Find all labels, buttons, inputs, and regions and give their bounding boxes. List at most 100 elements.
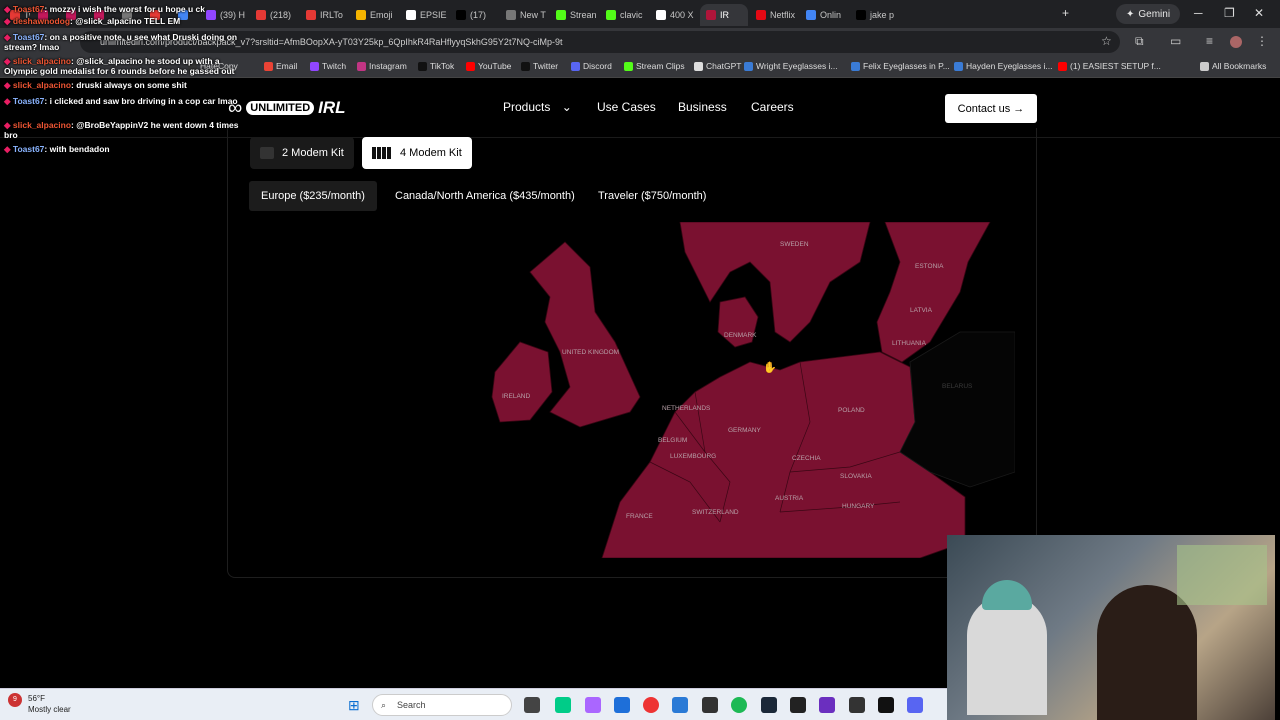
map-label: POLAND xyxy=(838,407,865,414)
discord-icon[interactable] xyxy=(907,697,923,713)
store-icon[interactable] xyxy=(614,697,630,713)
bookmark-icon xyxy=(357,61,366,71)
bookmark-icon xyxy=(466,61,475,71)
bookmark-item[interactable]: ChatGPT xyxy=(694,61,741,71)
kit-option-4-modem[interactable]: 4 Modem Kit xyxy=(362,137,472,169)
contact-us-button[interactable]: Contact us → xyxy=(945,94,1037,123)
map-label: IRELAND xyxy=(502,393,530,400)
tiktok-icon[interactable] xyxy=(878,697,894,713)
edge-icon[interactable] xyxy=(555,697,571,713)
browser-tab[interactable]: New T xyxy=(500,4,548,26)
browser-tab[interactable]: Emoji xyxy=(350,4,398,26)
side-panel-icon[interactable]: ▭ xyxy=(1170,34,1181,48)
nav-products[interactable]: Products ⌄ xyxy=(503,100,572,114)
chat-text: with bendadon xyxy=(49,144,110,154)
bookmark-item[interactable]: Felix Eyeglasses in P... xyxy=(851,61,950,71)
tab-label: EPSIE xyxy=(420,10,447,20)
chat-badge-icon: ◆ xyxy=(4,16,13,26)
tab-label: IR xyxy=(720,10,729,20)
tab-favicon-icon xyxy=(656,10,666,20)
task-view-icon[interactable] xyxy=(524,697,540,713)
map-label: FRANCE xyxy=(626,513,653,520)
bookmark-icon xyxy=(744,61,753,71)
bookmark-item[interactable]: Twitter xyxy=(521,61,558,71)
chat-message: ◆ slick_alpacino: druski always on some … xyxy=(4,80,254,90)
close-window-icon[interactable]: ✕ xyxy=(1254,6,1264,20)
bookmark-item[interactable]: TikTok xyxy=(418,61,454,71)
browser-tab[interactable]: EPSIE xyxy=(400,4,448,26)
map-label: SWEDEN xyxy=(780,241,809,248)
outlook-icon[interactable] xyxy=(672,697,688,713)
map-label: SLOVAKIA xyxy=(840,473,872,480)
browser-tab[interactable]: Onlin xyxy=(800,4,848,26)
browser-tab[interactable]: IR xyxy=(700,4,748,26)
browser-tab[interactable]: Netflix xyxy=(750,4,798,26)
profile-avatar[interactable] xyxy=(1230,36,1242,48)
coverage-map[interactable]: SWEDEN ESTONIA LATVIA LITHUANIA DENMARK … xyxy=(490,222,1015,558)
tab-label: jake p xyxy=(870,10,895,20)
browser-tab[interactable]: 400 X xyxy=(650,4,698,26)
tab-favicon-icon xyxy=(306,10,316,20)
onenote-icon[interactable] xyxy=(819,697,835,713)
new-tab-icon[interactable]: + xyxy=(1062,6,1069,20)
map-label: CZECHIA xyxy=(792,455,821,462)
copilot-icon[interactable] xyxy=(585,697,601,713)
app-icon[interactable] xyxy=(790,697,806,713)
kebab-menu-icon[interactable]: ⋮ xyxy=(1256,34,1268,48)
bookmark-item[interactable]: YouTube xyxy=(466,61,511,71)
region-traveler[interactable]: Traveler ($750/month) xyxy=(598,181,706,211)
gemini-icon: ✦ xyxy=(1126,8,1135,20)
chat-text: @slick_alpacino TELL EM xyxy=(75,16,181,26)
menu-icon[interactable]: ≡ xyxy=(1206,34,1213,48)
chat-message: ◆ slick_alpacino: @slick_alpacino he sto… xyxy=(4,56,254,76)
chat-text: druski always on some shit xyxy=(76,80,187,90)
map-label: LUXEMBOURG xyxy=(670,453,716,460)
map-label: ESTONIA xyxy=(915,263,944,270)
extensions-icon[interactable]: ⧉ xyxy=(1135,34,1144,49)
bookmark-item[interactable]: Twitch xyxy=(310,61,346,71)
map-label: BELARUS xyxy=(942,383,973,390)
browser-tab[interactable]: IRLTo xyxy=(300,4,348,26)
gemini-button[interactable]: ✦ Gemini xyxy=(1116,4,1181,24)
bookmark-label: All Bookmarks xyxy=(1212,61,1267,71)
bookmark-item[interactable]: Discord xyxy=(571,61,612,71)
chevron-down-icon: ⌄ xyxy=(561,100,572,114)
settings-icon[interactable] xyxy=(849,697,865,713)
region-europe[interactable]: Europe ($235/month) xyxy=(249,181,377,211)
minimize-icon[interactable]: ─ xyxy=(1194,6,1203,20)
tab-favicon-icon xyxy=(456,10,466,20)
bookmark-item[interactable]: (1) EASIEST SETUP f... xyxy=(1058,61,1161,71)
nav-careers[interactable]: Careers xyxy=(751,100,794,114)
windows-start-icon[interactable]: ⊞ xyxy=(348,697,360,714)
map-label: SWITZERLAND xyxy=(692,509,739,516)
bookmark-item[interactable]: Wright Eyeglasses i... xyxy=(744,61,838,71)
taskbar-search[interactable]: ⌕ Search xyxy=(372,694,512,716)
bookmark-label: Twitter xyxy=(533,61,559,71)
bookmark-item[interactable]: All Bookmarks xyxy=(1200,61,1266,71)
kit-option-2-modem[interactable]: 2 Modem Kit xyxy=(250,137,354,169)
restore-icon[interactable]: ❐ xyxy=(1224,6,1235,20)
nav-use-cases[interactable]: Use Cases xyxy=(597,100,656,114)
background-decor xyxy=(1177,545,1267,605)
chat-username: deshawnodog xyxy=(12,16,71,26)
region-north-america[interactable]: Canada/North America ($435/month) xyxy=(395,181,575,211)
browser-tab[interactable]: clavic xyxy=(600,4,648,26)
chat-text: mozzy i wish the worst for u hope u ck xyxy=(49,4,205,14)
steam-icon[interactable] xyxy=(761,697,777,713)
chat-username: slick_alpacino xyxy=(12,80,72,90)
bookmark-item[interactable]: Email xyxy=(264,61,297,71)
browser-tab[interactable]: Strean xyxy=(550,4,598,26)
browser-tab[interactable]: (17) xyxy=(450,4,498,26)
bookmark-star-icon[interactable]: ☆ xyxy=(1101,34,1112,48)
browser-tab[interactable]: jake p xyxy=(850,4,898,26)
tab-favicon-icon xyxy=(706,10,716,20)
chrome-icon[interactable] xyxy=(643,697,659,713)
nav-business[interactable]: Business xyxy=(678,100,727,114)
obs-icon[interactable] xyxy=(702,697,718,713)
tab-label: Netflix xyxy=(770,10,796,20)
bookmark-item[interactable]: Stream Clips xyxy=(624,61,685,71)
spotify-icon[interactable] xyxy=(731,697,747,713)
bookmark-item[interactable]: Instagram xyxy=(357,61,407,71)
weather-widget[interactable]: 9 56°F Mostly clear xyxy=(8,693,71,715)
bookmark-item[interactable]: Hayden Eyeglasses i... xyxy=(954,61,1052,71)
